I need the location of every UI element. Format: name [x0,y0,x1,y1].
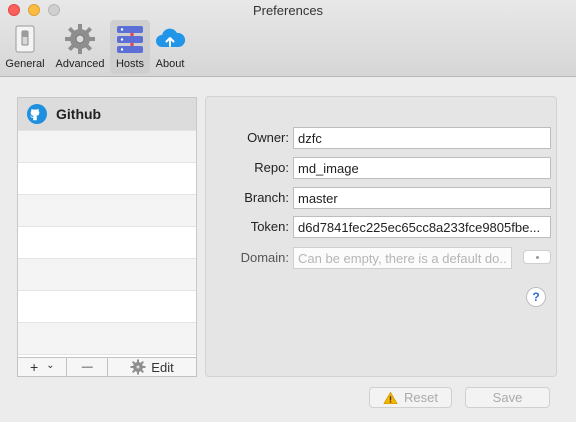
toolbar-hosts-label: Hosts [115,58,145,70]
repo-label: Repo: [254,160,289,175]
toolbar-general[interactable]: General [2,20,48,74]
host-item-label: Github [56,106,102,122]
host-settings-panel: Owner: Repo: Branch: Token: Domain: ? [205,96,557,377]
chevron-down-icon: ⌄ [46,360,55,371]
reset-label: Reset [404,390,438,405]
add-host-button[interactable]: + ⌄ [18,358,68,376]
edit-label: Edit [151,359,174,375]
hosts-icon [117,26,143,53]
list-row-empty [18,131,196,163]
switch-icon [15,25,35,53]
list-row-empty [18,259,196,291]
branch-row: Branch: [206,187,558,209]
edit-host-button[interactable]: Edit [108,358,196,376]
domain-toggle-button[interactable] [523,250,551,264]
save-label: Save [492,390,523,405]
token-row: Token: [206,216,558,238]
list-row-empty [18,195,196,227]
hosts-list-toolbar: + ⌄ — Edit [17,357,197,377]
toolbar-hosts[interactable]: Hosts [110,20,150,74]
toolbar-advanced[interactable]: Advanced [52,20,108,74]
window-title: Preferences [252,3,324,18]
host-item-github[interactable]: Github [18,98,196,131]
branch-label: Branch: [244,190,289,205]
domain-row: Domain: [206,247,558,269]
warning-icon [383,391,398,404]
gear-icon [130,359,146,375]
repo-field[interactable] [293,157,551,179]
remove-label: — [81,361,93,373]
toolbar-advanced-label: Advanced [55,58,105,70]
token-label: Token: [250,219,289,234]
list-row-empty [18,227,196,259]
cloud-upload-icon [156,28,186,47]
repo-row: Repo: [206,157,558,179]
add-label: + [29,359,39,375]
save-button[interactable]: Save [465,387,550,408]
domain-label: Domain: [240,250,289,265]
list-row-empty [18,323,196,355]
domain-field[interactable] [293,247,512,269]
owner-row: Owner: [206,127,558,149]
list-row-empty [18,291,196,323]
branch-field[interactable] [293,187,551,209]
help-label: ? [532,290,540,304]
toolbar-general-label: General [5,58,45,70]
hosts-list[interactable]: Github [17,97,197,358]
help-button[interactable]: ? [526,287,546,307]
dot-icon [535,255,539,259]
github-icon [27,104,47,124]
reset-button[interactable]: Reset [369,387,452,408]
owner-label: Owner: [247,130,289,145]
toolbar-about-label: About [155,58,185,70]
title-bar: Preferences General Advanced Hosts About [0,0,576,77]
owner-field[interactable] [293,127,551,149]
list-row-empty [18,163,196,195]
gear-icon [65,24,95,54]
remove-host-button[interactable]: — [67,358,108,376]
token-field[interactable] [293,216,551,238]
toolbar-about[interactable]: About [152,20,188,74]
